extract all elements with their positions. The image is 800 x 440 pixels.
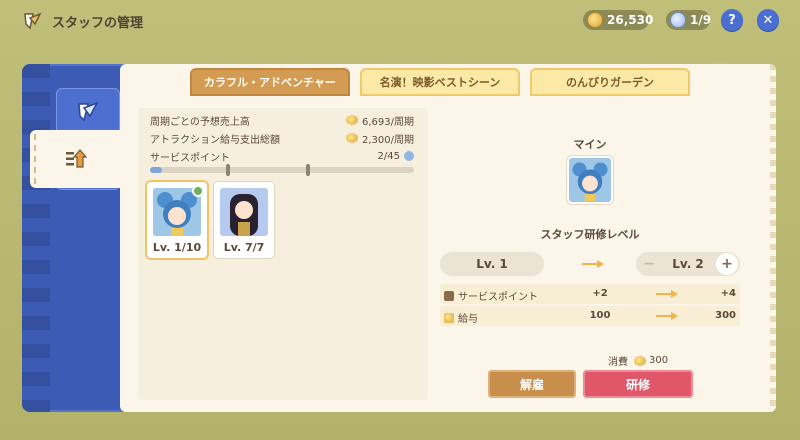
- train-label: 研修: [625, 377, 650, 392]
- service-progress-bar: [150, 164, 414, 176]
- compare-to: 300: [715, 310, 736, 321]
- cost-value: 300: [649, 355, 669, 366]
- compare-from: 100: [589, 310, 611, 321]
- progress-marker: [226, 164, 230, 176]
- tab-label: のんびりガーデン: [566, 76, 654, 89]
- compare-label-wrap: 給与: [444, 310, 478, 325]
- staff-card-mine[interactable]: Lv. 1/10: [147, 182, 207, 258]
- compare-from: +2: [592, 288, 608, 299]
- coin-counter: 26,530: [583, 10, 653, 30]
- cost-label: 消費: [608, 357, 628, 368]
- coin-icon: [634, 355, 646, 366]
- arrow-right-icon: [656, 312, 678, 320]
- sidebar: [22, 64, 134, 412]
- girl-staff-avatar: [230, 194, 258, 236]
- tab-colorful-adventure[interactable]: カラフル・アドベンチャー: [190, 68, 350, 96]
- coin-icon: [346, 115, 358, 125]
- tab-label: カラフル・アドベンチャー: [204, 76, 336, 89]
- arrow-right-icon: [582, 260, 604, 268]
- salary-value: 2,300/周期: [362, 134, 414, 146]
- dismiss-button[interactable]: 解雇: [488, 370, 576, 398]
- help-icon: ?: [728, 12, 736, 28]
- minus-icon[interactable]: −: [638, 253, 660, 275]
- arrow-right-icon: [656, 290, 678, 298]
- salary-label: アトラクション給与支出総額: [150, 134, 280, 146]
- cost-row: 消費 300: [608, 353, 668, 368]
- page-title: スタッフの管理: [52, 16, 144, 31]
- salary-row: アトラクション給与支出総額 2,300/周期: [150, 130, 414, 146]
- dismiss-label: 解雇: [519, 377, 544, 392]
- gear-icon: [192, 185, 204, 197]
- service-value: 2/45: [377, 150, 400, 162]
- revenue-value-wrap: 6,693/周期: [346, 113, 414, 128]
- compare-label: サービスポイント: [458, 292, 538, 303]
- staff-count-value: 1/9: [690, 13, 712, 27]
- plus-icon[interactable]: +: [715, 253, 738, 275]
- service-value-wrap: 2/45: [378, 151, 414, 162]
- staff-manage-icon: [24, 12, 42, 30]
- current-level-label: Lv. 1: [476, 257, 508, 271]
- next-level-label: Lv. 2: [672, 257, 704, 271]
- staff-card-girl[interactable]: Lv. 7/7: [214, 182, 274, 258]
- staff-level: Lv. 7/7: [223, 241, 265, 254]
- coin-value: 26,530: [607, 13, 654, 27]
- compare-row-service: サービスポイント +2 +4: [440, 284, 740, 304]
- service-label: サービスポイント: [150, 152, 230, 164]
- staff-counter: 1/9: [666, 10, 712, 30]
- compare-label-wrap: サービスポイント: [444, 288, 538, 303]
- revenue-label: 周期ごとの予想売上高: [150, 116, 250, 128]
- staff-portrait: [220, 188, 268, 236]
- top-bar: スタッフの管理 26,530 1/9 ? ✕: [0, 0, 800, 40]
- training-level-title: スタッフ研修レベル: [540, 228, 640, 241]
- close-icon: ✕: [762, 12, 774, 28]
- feather-icon: [78, 101, 99, 122]
- close-button[interactable]: ✕: [757, 9, 779, 31]
- compare-to: +4: [720, 288, 736, 299]
- tab-label: 名演！映影ベストシーン: [379, 76, 501, 89]
- current-level: Lv. 1: [440, 252, 544, 276]
- revenue-row: 周期ごとの予想売上高 6,693/周期: [150, 112, 414, 128]
- heart-icon: [444, 290, 454, 301]
- progress-marker: [306, 164, 310, 176]
- help-button[interactable]: ?: [721, 9, 743, 31]
- coin-icon: [587, 12, 603, 28]
- selected-staff-portrait: [569, 158, 611, 202]
- level-up-icon: [66, 149, 88, 168]
- tab-best-scene[interactable]: 名演！映影ベストシーン: [360, 68, 520, 96]
- salary-value-wrap: 2,300/周期: [346, 131, 414, 146]
- sidebar-stripe: [22, 64, 50, 412]
- staff-level: Lv. 1/10: [152, 241, 202, 254]
- revenue-value: 6,693/周期: [362, 116, 414, 128]
- sidebar-item-attraction[interactable]: [56, 88, 120, 136]
- smile-icon: [404, 151, 414, 161]
- coin-icon: [444, 312, 454, 323]
- train-button[interactable]: 研修: [583, 370, 693, 398]
- staff-name: マイン: [573, 138, 607, 151]
- coin-icon: [346, 133, 358, 143]
- mouse-staff-avatar: [572, 162, 608, 201]
- service-progress-fill: [150, 167, 162, 173]
- compare-row-salary: 給与 100 300: [440, 306, 740, 326]
- tab-garden[interactable]: のんびりガーデン: [530, 68, 690, 96]
- staff-icon: [670, 12, 686, 28]
- service-row: サービスポイント 2/45: [150, 148, 414, 164]
- sidebar-item-level-up[interactable]: [30, 130, 122, 188]
- compare-label: 給与: [458, 314, 478, 325]
- next-level: − Lv. 2 +: [636, 252, 740, 276]
